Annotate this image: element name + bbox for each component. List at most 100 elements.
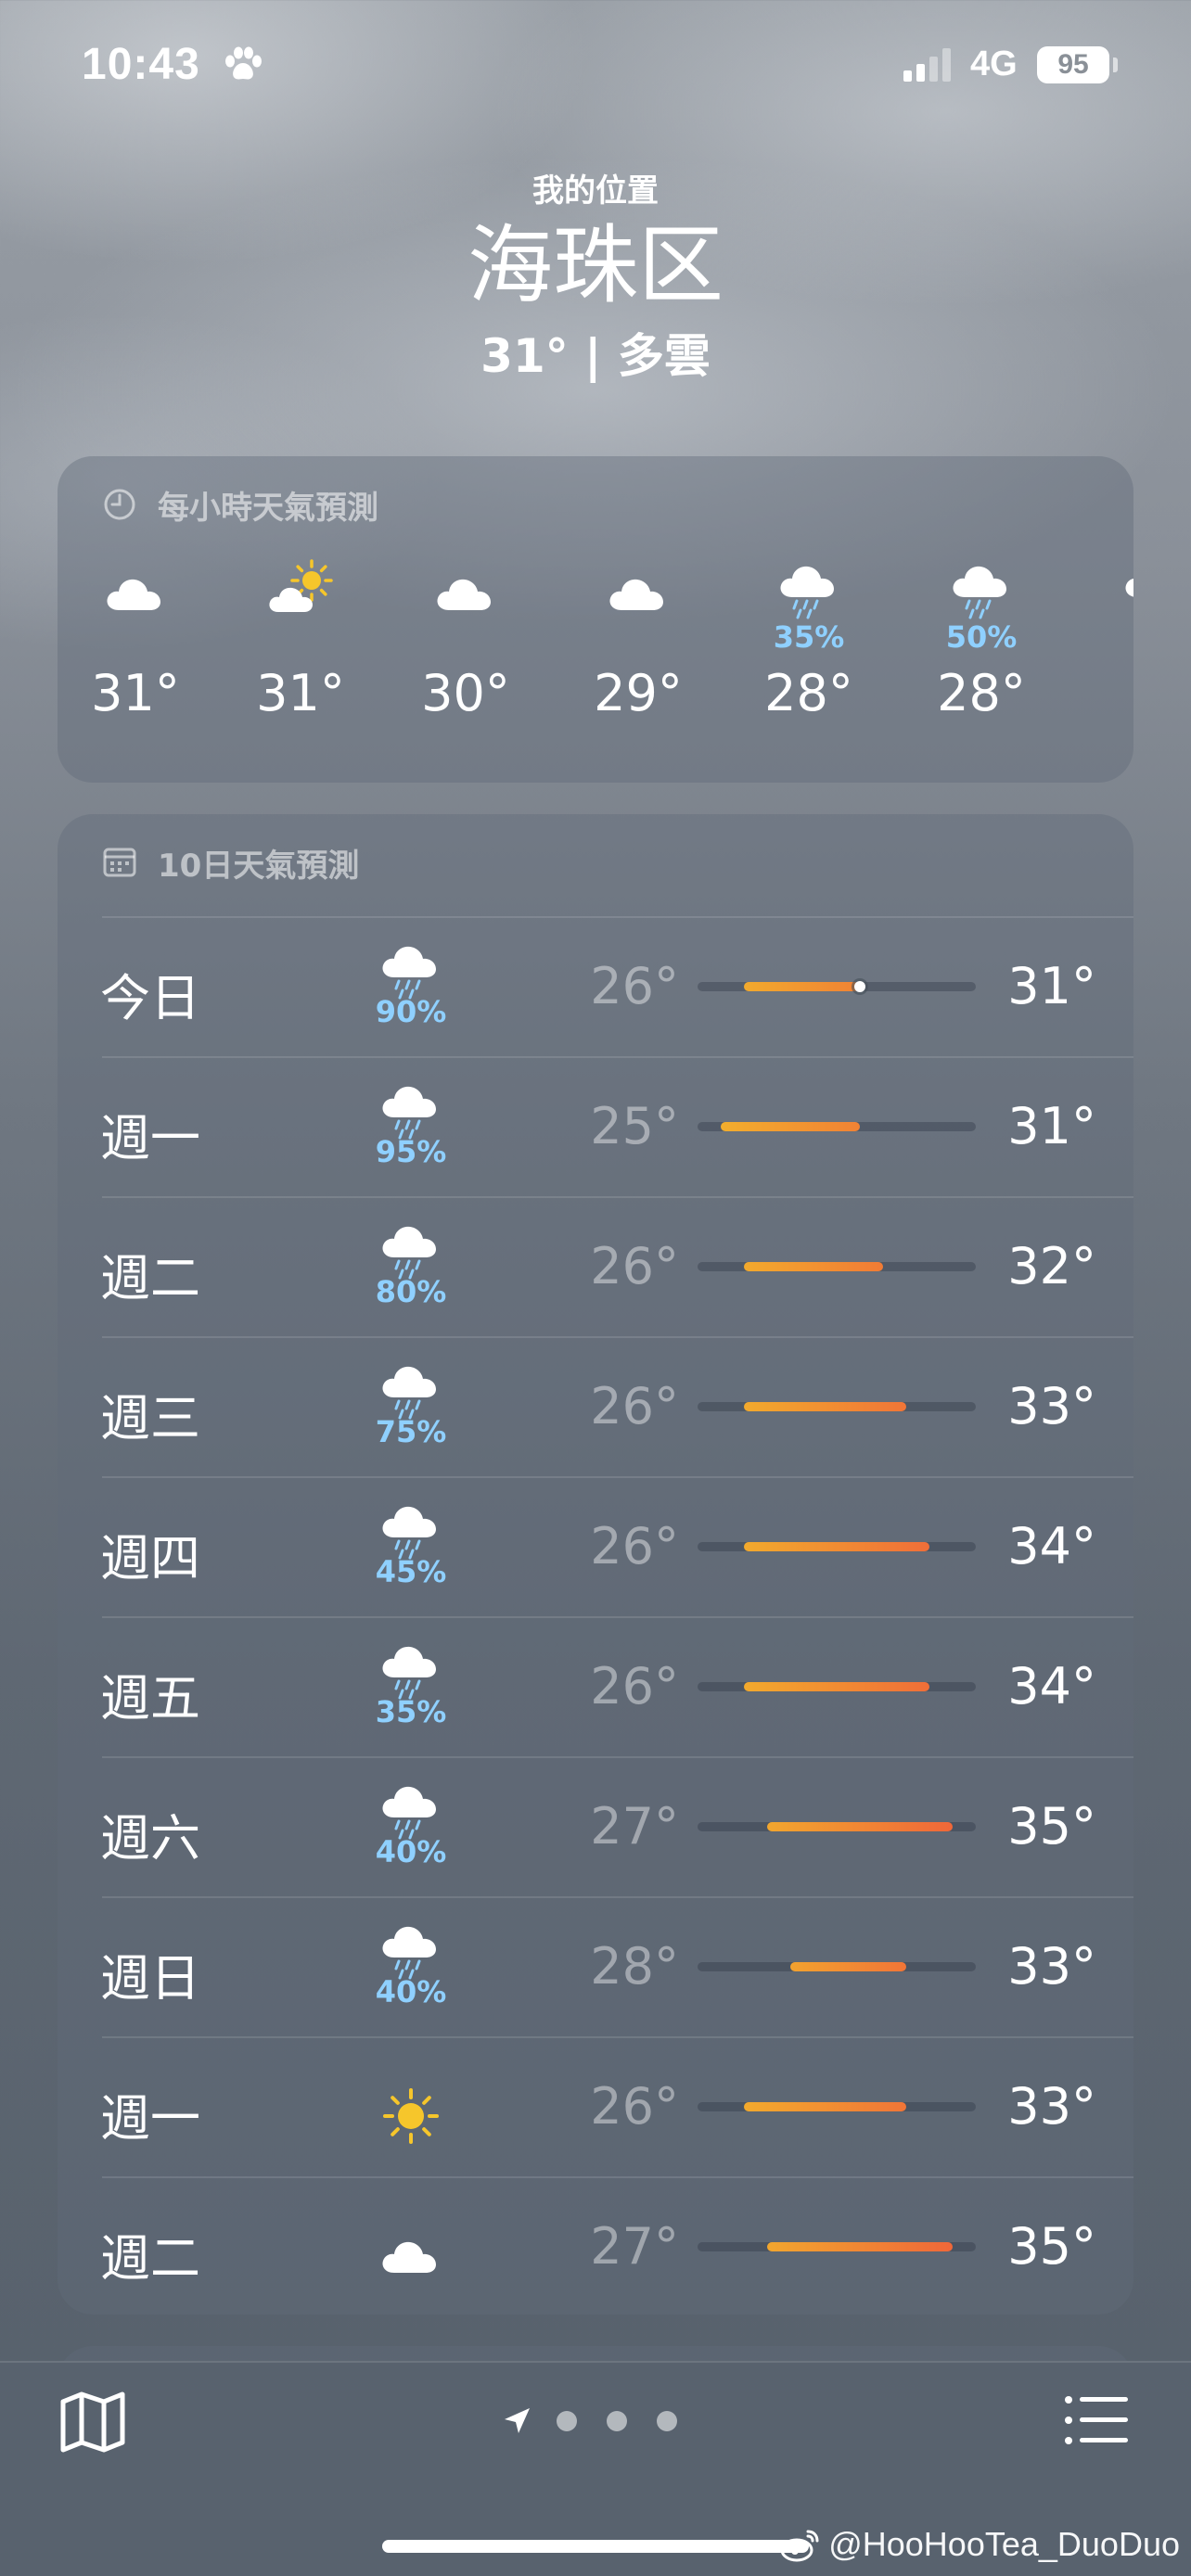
temp-range-bar [744,2102,906,2111]
weather-app: 10:43 4G 95 我的位置 海珠区 31° | 多雲 每小時天氣預測 31… [0,0,1191,2576]
day-name: 週三 [100,1389,200,1447]
cloud-icon [107,579,160,610]
temp-range-track [698,1262,976,1271]
city-name: 海珠区 [467,216,724,315]
temp-range-track [698,1542,976,1551]
daily-forecast-row[interactable]: 今日 90% 26° 31° [58,916,1133,1056]
clock-icon [104,489,135,520]
daily-forecast-row[interactable]: 週一 26° 33° [58,2036,1133,2176]
signal-strength-icon [903,48,951,82]
daily-forecast-title: 10日天氣預測 [158,847,360,885]
temp-range-track [698,1962,976,1971]
daily-forecast-row[interactable]: 週日 40% 28° 33° [58,1896,1133,2036]
daily-forecast-card[interactable]: 10日天氣預測 今日 90% 26° 31° 週一 95% 25° 31° 週二 80% 26° 32… [58,814,1133,2315]
hourly-temp: 30° [421,664,510,722]
hourly-precip-chance: 6 [1089,619,1133,655]
rain-cloud-icon [1125,578,1133,597]
day-low-temp: 26° [590,1377,679,1435]
day-name: 週二 [100,1249,200,1307]
battery-nub [1113,57,1118,72]
location-arrow-icon [505,2408,530,2433]
day-precip-chance: 95% [375,1134,447,1169]
daily-forecast-row[interactable]: 週五 35% 26° 34° [58,1616,1133,1756]
page-dot[interactable] [557,2411,577,2431]
hourly-scroll[interactable]: 31°31°30°29°35%28°50%28°62 [58,545,1133,768]
day-high-temp: 33° [1007,1377,1096,1435]
hourly-item[interactable]: 29° [573,545,703,768]
day-name: 週一 [100,1109,200,1167]
location-label: 我的位置 [532,172,659,210]
sun-icon [383,2088,439,2144]
hourly-item[interactable]: 50% 28° [916,545,1046,768]
cloud-icon [382,2241,436,2273]
day-low-temp: 27° [590,2217,679,2276]
day-name: 週四 [100,1529,200,1588]
hourly-temp: 2 [1089,664,1133,722]
day-high-temp: 34° [1007,1517,1096,1575]
rain-cloud-icon [780,566,834,619]
day-high-temp: 32° [1007,1237,1096,1295]
day-high-temp: 35° [1007,1797,1096,1855]
temp-range-bar [744,1262,883,1271]
day-weather-icon-wrap [351,2077,471,2144]
temp-range-bar [790,1962,906,1971]
day-precip-chance: 40% [375,1834,447,1869]
day-name: 週一 [100,2089,200,2148]
daily-forecast-row[interactable]: 週二 27° 35° [58,2176,1133,2316]
temp-range-track [698,2242,976,2251]
day-precip-chance: 35% [375,1694,447,1729]
day-weather-icon-wrap [351,1915,471,1982]
day-weather-icon-wrap [351,1355,471,1422]
day-low-temp: 27° [590,1797,679,1855]
day-low-temp: 26° [590,957,679,1015]
daily-forecast-row[interactable]: 週四 45% 26° 34° [58,1476,1133,1616]
page-indicator[interactable] [501,2400,696,2441]
cloud-icon [609,579,663,610]
temp-range-track [698,1402,976,1411]
day-name: 週五 [100,1669,200,1728]
day-low-temp: 26° [590,2077,679,2136]
network-type: 4G [970,45,1018,83]
rain-cloud-icon [953,566,1006,619]
day-weather-icon-wrap [351,1775,471,1842]
hourly-item[interactable]: 62 [1089,545,1133,768]
hourly-temp: 28° [937,664,1026,722]
temp-range-bar [744,1542,929,1551]
day-high-temp: 34° [1007,1657,1096,1715]
day-high-temp: 31° [1007,1097,1096,1155]
status-bar: 10:43 4G 95 [0,0,1191,139]
hourly-temp: 31° [91,664,180,722]
temp-range-bar [744,1682,929,1691]
day-precip-chance: 40% [375,1974,447,2009]
hourly-item[interactable]: 30° [401,545,531,768]
hourly-precip-chance: 35% [773,619,845,655]
home-indicator[interactable] [382,2540,809,2553]
hourly-item[interactable]: 35% 28° [744,545,874,768]
page-dot[interactable] [607,2411,627,2431]
page-dot[interactable] [657,2411,677,2431]
day-precip-chance: 45% [375,1554,447,1589]
daily-forecast-row[interactable]: 週三 75% 26° 33° [58,1336,1133,1476]
hourly-item[interactable]: 31° [70,545,200,768]
cloud-icon [437,579,491,610]
daily-forecast-row[interactable]: 週一 95% 25° 31° [58,1056,1133,1196]
temp-range-bar [744,982,860,991]
daily-forecast-row[interactable]: 週六 40% 27° 35° [58,1756,1133,1896]
daily-forecast-row[interactable]: 週二 80% 26° 32° [58,1196,1133,1336]
day-precip-chance: 90% [375,994,447,1029]
status-time: 10:43 [82,40,200,89]
temp-range-track [698,1822,976,1831]
hourly-forecast-card[interactable]: 每小時天氣預測 31°31°30°29°35%28°50%28°62 [58,456,1133,783]
day-weather-icon-wrap [351,1495,471,1562]
map-button[interactable] [58,2389,128,2454]
city-list-button[interactable] [1063,2394,1130,2446]
partly-sunny-icon [269,559,333,612]
current-conditions: 31° | 多雲 [480,329,711,383]
temp-range-bar [721,1122,860,1131]
day-low-temp: 25° [590,1097,679,1155]
temp-range-track [698,1122,976,1131]
hourly-item[interactable]: 31° [236,545,365,768]
battery-indicator: 95 [1037,46,1109,83]
temp-range-bar [767,1822,953,1831]
day-precip-chance: 75% [375,1414,447,1449]
